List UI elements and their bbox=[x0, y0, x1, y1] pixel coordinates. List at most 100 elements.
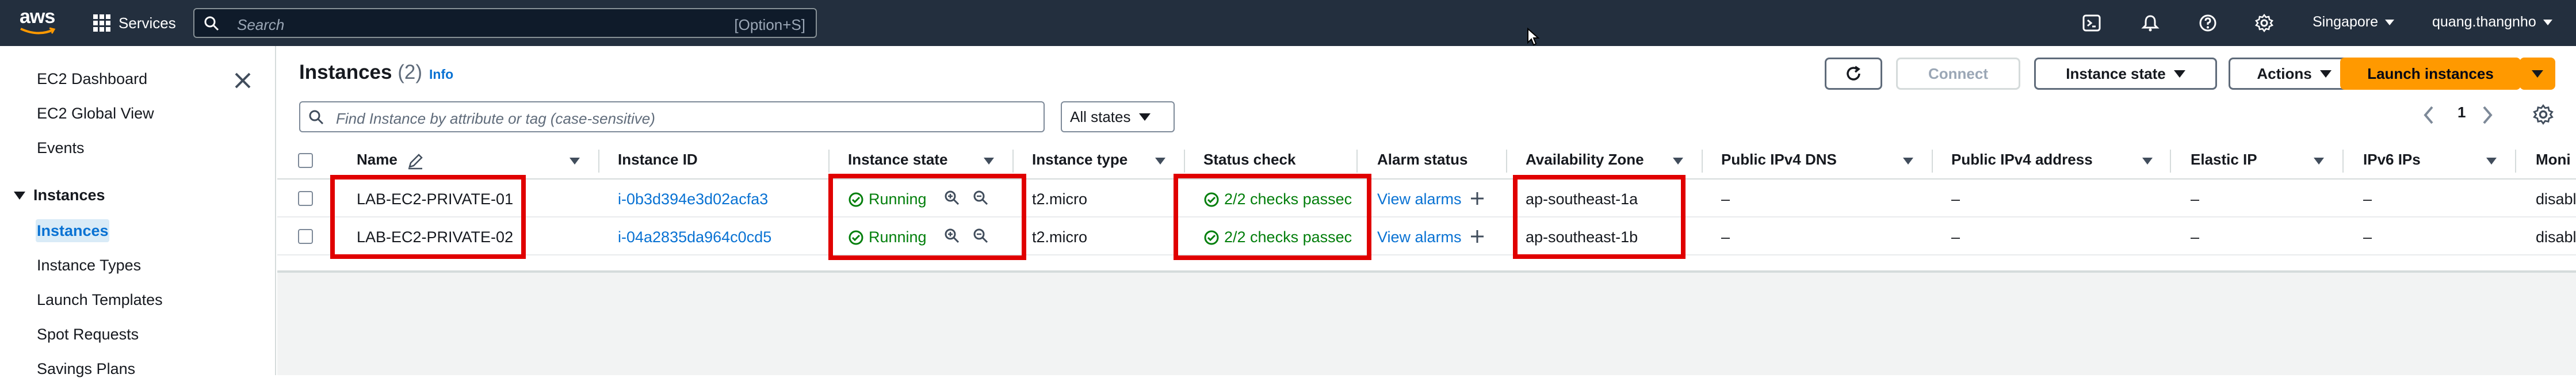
column-divider[interactable] bbox=[1012, 150, 1014, 173]
column-divider[interactable] bbox=[828, 150, 830, 173]
launch-instances-button[interactable]: Launch instances bbox=[2340, 58, 2521, 90]
sidebar-item-instance-types[interactable]: Instance Types bbox=[37, 257, 141, 274]
column-header-ipv6-ips[interactable]: IPv6 IPs bbox=[2363, 151, 2421, 169]
sidebar-item-spot-requests[interactable]: Spot Requests bbox=[37, 326, 139, 343]
filter-placeholder: Find Instance by attribute or tag (case-… bbox=[336, 110, 655, 127]
column-header-elastic-ip[interactable]: Elastic IP bbox=[2191, 151, 2257, 169]
region-selector[interactable]: Singapore bbox=[2313, 14, 2394, 30]
sidebar-item-launch-templates[interactable]: Launch Templates bbox=[37, 291, 163, 309]
plus-icon[interactable] bbox=[1469, 228, 1485, 245]
aws-smile-icon bbox=[20, 27, 56, 35]
cell-name: LAB-EC2-PRIVATE-01 bbox=[357, 190, 514, 208]
settings-icon[interactable] bbox=[2252, 10, 2277, 36]
info-link[interactable]: Info bbox=[429, 67, 453, 82]
cell-public-ipv4-dns: – bbox=[1721, 190, 1730, 208]
bell-icon[interactable] bbox=[2138, 10, 2163, 36]
cell-instance-id[interactable]: i-04a2835da964c0cd5 bbox=[618, 228, 771, 246]
zoom-out-icon[interactable] bbox=[972, 189, 989, 207]
caret-down-icon bbox=[2173, 70, 2185, 78]
table-row[interactable]: LAB-EC2-PRIVATE-02 i-04a2835da964c0cd5 R… bbox=[277, 217, 2576, 255]
chevron-left-icon[interactable] bbox=[2422, 105, 2436, 125]
column-header-name[interactable]: Name bbox=[357, 151, 398, 169]
column-header-public-ipv4-address[interactable]: Public IPv4 address bbox=[1951, 151, 2093, 169]
connect-button[interactable]: Connect bbox=[1896, 58, 2020, 90]
success-check-icon bbox=[849, 192, 863, 207]
success-check-icon bbox=[1204, 192, 1219, 207]
column-divider[interactable] bbox=[1184, 150, 1185, 173]
search-shortcut: [Option+S] bbox=[734, 16, 805, 33]
instance-state-text: Running bbox=[869, 190, 927, 208]
global-search-input[interactable]: Search [Option+S] bbox=[193, 8, 817, 38]
aws-logo-text: aws bbox=[20, 6, 55, 28]
cloudshell-icon[interactable] bbox=[2079, 10, 2104, 36]
states-select[interactable]: All states bbox=[1061, 101, 1175, 132]
cell-instance-type: t2.micro bbox=[1032, 190, 1088, 208]
view-alarms-link[interactable]: View alarms bbox=[1377, 190, 1462, 208]
zoom-out-icon[interactable] bbox=[972, 227, 989, 245]
cell-instance-state: Running bbox=[848, 228, 927, 246]
cell-instance-id[interactable]: i-0b3d394e3d02acfa3 bbox=[618, 190, 768, 208]
column-header-status-check[interactable]: Status check bbox=[1203, 151, 1295, 169]
column-header-monitoring[interactable]: Moni bbox=[2536, 151, 2571, 169]
table-settings-icon[interactable] bbox=[2532, 104, 2554, 125]
sort-caret-icon[interactable] bbox=[984, 158, 994, 165]
sort-caret-icon[interactable] bbox=[1155, 158, 1165, 165]
sort-caret-icon[interactable] bbox=[2142, 158, 2153, 165]
column-header-alarm-status[interactable]: Alarm status bbox=[1377, 151, 1468, 169]
plus-icon[interactable] bbox=[1469, 190, 1485, 207]
column-divider[interactable] bbox=[1356, 150, 1358, 173]
column-divider[interactable] bbox=[2170, 150, 2171, 173]
caret-down-icon bbox=[1138, 113, 1151, 121]
caret-down-icon bbox=[2319, 70, 2332, 78]
sort-caret-icon[interactable] bbox=[2314, 158, 2324, 165]
close-icon[interactable] bbox=[232, 70, 253, 91]
column-header-instance-id[interactable]: Instance ID bbox=[618, 151, 698, 169]
sidebar-item-savings-plans[interactable]: Savings Plans bbox=[37, 360, 135, 378]
aws-logo[interactable]: aws bbox=[18, 6, 60, 40]
table-row[interactable]: LAB-EC2-PRIVATE-01 i-0b3d394e3d02acfa3 R… bbox=[277, 180, 2576, 217]
help-icon[interactable] bbox=[2195, 10, 2220, 36]
view-alarms-link[interactable]: View alarms bbox=[1377, 228, 1462, 246]
zoom-in-icon[interactable] bbox=[943, 189, 961, 207]
sidebar-item-ec2-dashboard[interactable]: EC2 Dashboard bbox=[37, 70, 147, 88]
sidebar-section-instances[interactable]: Instances bbox=[14, 186, 105, 204]
column-header-availability-zone[interactable]: Availability Zone bbox=[1526, 151, 1644, 169]
pencil-icon[interactable] bbox=[406, 152, 425, 170]
sidebar-item-instances[interactable]: Instances bbox=[37, 222, 109, 240]
account-menu[interactable]: quang.thangnho bbox=[2432, 14, 2552, 30]
services-menu-button[interactable]: Services bbox=[93, 9, 176, 37]
row-checkbox[interactable] bbox=[298, 229, 313, 244]
page-number[interactable]: 1 bbox=[2457, 104, 2466, 121]
cell-name: LAB-EC2-PRIVATE-02 bbox=[357, 228, 514, 246]
cell-status-check: 2/2 checks passec bbox=[1203, 190, 1352, 208]
column-header-instance-state[interactable]: Instance state bbox=[848, 151, 947, 169]
column-divider[interactable] bbox=[1506, 150, 1507, 173]
select-all-checkbox[interactable] bbox=[298, 153, 313, 168]
column-divider[interactable] bbox=[598, 150, 599, 173]
column-header-instance-type[interactable]: Instance type bbox=[1032, 151, 1128, 169]
column-divider[interactable] bbox=[2515, 150, 2516, 173]
chevron-right-icon[interactable] bbox=[2481, 105, 2494, 125]
sort-caret-icon[interactable] bbox=[570, 158, 580, 165]
instance-filter-input[interactable]: Find Instance by attribute or tag (case-… bbox=[299, 101, 1045, 132]
row-checkbox[interactable] bbox=[298, 191, 313, 206]
zoom-in-icon[interactable] bbox=[943, 227, 961, 245]
sidebar-item-events[interactable]: Events bbox=[37, 139, 85, 157]
column-divider[interactable] bbox=[1702, 150, 1703, 173]
sort-caret-icon[interactable] bbox=[1903, 158, 1913, 165]
column-divider[interactable] bbox=[1932, 150, 1933, 173]
sort-caret-icon[interactable] bbox=[2486, 158, 2497, 165]
page-title: Instances (2) bbox=[299, 61, 422, 84]
success-check-icon bbox=[849, 230, 863, 245]
sidebar-item-ec2-global-view[interactable]: EC2 Global View bbox=[37, 105, 154, 123]
sort-caret-icon[interactable] bbox=[1673, 158, 1683, 165]
launch-instances-dropdown[interactable] bbox=[2520, 58, 2555, 90]
column-divider[interactable] bbox=[2342, 150, 2344, 173]
status-check-text: 2/2 checks passec bbox=[1224, 190, 1352, 208]
instance-state-button[interactable]: Instance state bbox=[2034, 58, 2217, 90]
cell-availability-zone: ap-southeast-1b bbox=[1526, 228, 1638, 246]
refresh-button[interactable] bbox=[1825, 58, 1882, 90]
main-content: Instances (2) Info Connect Instance stat… bbox=[277, 46, 2576, 375]
mouse-cursor-icon bbox=[1527, 28, 1540, 46]
column-header-public-ipv4-dns[interactable]: Public IPv4 DNS bbox=[1721, 151, 1837, 169]
